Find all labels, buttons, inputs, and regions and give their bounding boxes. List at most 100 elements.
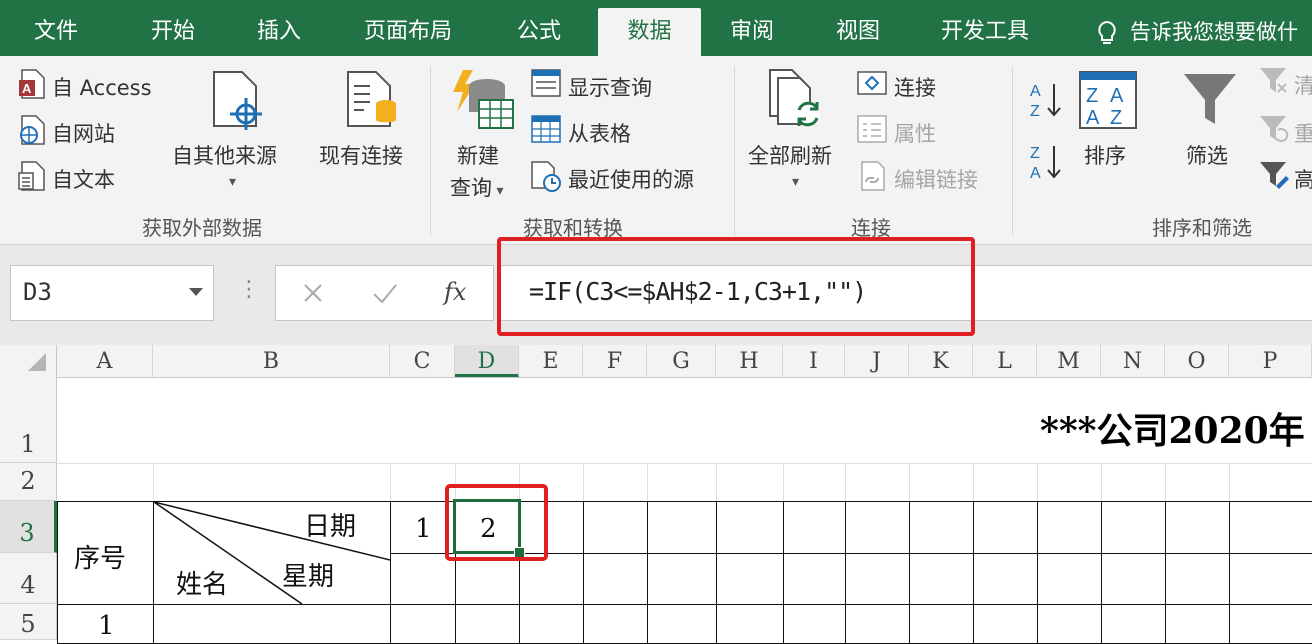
- cell-m3[interactable]: [1037, 501, 1102, 554]
- row-header-2[interactable]: 2: [0, 463, 57, 501]
- column-header-i[interactable]: I: [783, 345, 845, 377]
- cell-d5[interactable]: [455, 604, 520, 644]
- existing-connections-button[interactable]: 现有连接: [319, 140, 403, 170]
- column-header-a[interactable]: A: [57, 345, 153, 377]
- new-query-button[interactable]: 查询 ▾: [450, 172, 503, 202]
- cell-j4[interactable]: [845, 553, 910, 605]
- sort-button[interactable]: 排序: [1084, 140, 1126, 170]
- cell-n3[interactable]: [1101, 501, 1166, 554]
- cell-p5[interactable]: [1229, 604, 1312, 644]
- tab-home[interactable]: 开始: [151, 0, 195, 56]
- from-access-button[interactable]: 自 Access: [52, 72, 152, 102]
- tell-me-search[interactable]: 告诉我您想要做什: [1096, 0, 1298, 56]
- row-header-3[interactable]: 3: [0, 501, 57, 553]
- column-header-g[interactable]: G: [647, 345, 716, 377]
- select-all-corner[interactable]: [0, 345, 57, 377]
- tab-developer[interactable]: 开发工具: [941, 0, 1029, 56]
- cancel-icon[interactable]: [302, 282, 324, 304]
- column-header-p[interactable]: P: [1229, 345, 1312, 377]
- cell-b3-merged[interactable]: 日期 星期 姓名: [153, 501, 391, 605]
- tab-review[interactable]: 审阅: [730, 0, 774, 56]
- cell-f3[interactable]: [583, 501, 648, 554]
- cell-o5[interactable]: [1165, 604, 1230, 644]
- enter-check-icon[interactable]: [372, 282, 398, 304]
- column-header-b[interactable]: B: [153, 345, 390, 377]
- name-box[interactable]: D3: [10, 265, 214, 321]
- show-queries-button[interactable]: 显示查询: [568, 72, 652, 102]
- cell-l3[interactable]: [973, 501, 1038, 554]
- cell-a3-merged[interactable]: 序号: [57, 501, 154, 605]
- recent-sources-button[interactable]: 最近使用的源: [568, 164, 694, 194]
- properties-button[interactable]: 属性: [894, 118, 936, 148]
- filter-button[interactable]: 筛选: [1186, 140, 1228, 170]
- cell-i5[interactable]: [783, 604, 846, 644]
- cell-g4[interactable]: [647, 553, 717, 605]
- tab-data[interactable]: 数据: [598, 8, 701, 56]
- tab-file[interactable]: 文件: [34, 0, 78, 56]
- cell-o4[interactable]: [1165, 553, 1230, 605]
- column-header-n[interactable]: N: [1101, 345, 1165, 377]
- cell-g5[interactable]: [647, 604, 717, 644]
- formula-bar-grip-icon[interactable]: ⋮: [238, 277, 260, 302]
- cell-l5[interactable]: [973, 604, 1038, 644]
- cell-k5[interactable]: [909, 604, 974, 644]
- column-header-c[interactable]: C: [390, 345, 455, 377]
- refresh-all-button[interactable]: 全部刷新: [748, 140, 832, 170]
- other-sources-dropdown-icon[interactable]: ▾: [229, 174, 236, 190]
- advanced-filter-button[interactable]: 高: [1294, 164, 1312, 194]
- cell-m5[interactable]: [1037, 604, 1102, 644]
- refresh-all-dropdown-icon[interactable]: ▾: [792, 174, 799, 190]
- cell-f4[interactable]: [583, 553, 648, 605]
- reapply-filter-button[interactable]: 重: [1294, 118, 1312, 148]
- row-header-1[interactable]: 1: [0, 377, 57, 463]
- cell-j5[interactable]: [845, 604, 910, 644]
- name-box-dropdown-icon[interactable]: [189, 288, 203, 296]
- tab-page-layout[interactable]: 页面布局: [364, 0, 452, 56]
- tab-insert[interactable]: 插入: [257, 0, 301, 56]
- cell-k3[interactable]: [909, 501, 974, 554]
- cell-b5[interactable]: [153, 604, 391, 644]
- from-text-button[interactable]: 自文本: [52, 164, 115, 194]
- cell-i4[interactable]: [783, 553, 846, 605]
- cell-g3[interactable]: [647, 501, 717, 554]
- column-header-m[interactable]: M: [1037, 345, 1101, 377]
- cell-o3[interactable]: [1165, 501, 1230, 554]
- column-header-e[interactable]: E: [519, 345, 583, 377]
- column-header-j[interactable]: J: [845, 345, 909, 377]
- cell-e5[interactable]: [519, 604, 584, 644]
- from-other-sources-button[interactable]: 自其他来源: [172, 140, 277, 170]
- tab-formulas[interactable]: 公式: [517, 0, 561, 56]
- cell-h3[interactable]: [716, 501, 784, 554]
- tab-view[interactable]: 视图: [836, 0, 880, 56]
- cell-n4[interactable]: [1101, 553, 1166, 605]
- cell-h5[interactable]: [716, 604, 784, 644]
- column-header-o[interactable]: O: [1165, 345, 1229, 377]
- connections-button[interactable]: 连接: [894, 72, 936, 102]
- cell-n5[interactable]: [1101, 604, 1166, 644]
- from-web-button[interactable]: 自网站: [52, 118, 115, 148]
- cell-a5[interactable]: 1: [57, 604, 154, 644]
- cell-p3[interactable]: [1229, 501, 1312, 554]
- insert-function-icon[interactable]: fx: [444, 278, 466, 306]
- cell-m4[interactable]: [1037, 553, 1102, 605]
- cell-p4[interactable]: [1229, 553, 1312, 605]
- cell-k4[interactable]: [909, 553, 974, 605]
- column-header-d[interactable]: D: [455, 345, 519, 377]
- row-header-4[interactable]: 4: [0, 553, 57, 604]
- clear-filter-button[interactable]: 清: [1294, 70, 1312, 100]
- new-query-label-line1[interactable]: 新建: [457, 140, 499, 170]
- row-header-5[interactable]: 5: [0, 604, 57, 640]
- cell-c4[interactable]: [390, 553, 456, 605]
- column-header-k[interactable]: K: [909, 345, 973, 377]
- column-header-f[interactable]: F: [583, 345, 647, 377]
- cell-f5[interactable]: [583, 604, 648, 644]
- cell-i3[interactable]: [783, 501, 846, 554]
- cell-j3[interactable]: [845, 501, 910, 554]
- column-header-l[interactable]: L: [973, 345, 1037, 377]
- cell-c5[interactable]: [390, 604, 456, 644]
- from-table-button[interactable]: 从表格: [568, 118, 631, 148]
- column-header-h[interactable]: H: [716, 345, 783, 377]
- edit-links-button[interactable]: 编辑链接: [894, 164, 978, 194]
- cell-h4[interactable]: [716, 553, 784, 605]
- cell-l4[interactable]: [973, 553, 1038, 605]
